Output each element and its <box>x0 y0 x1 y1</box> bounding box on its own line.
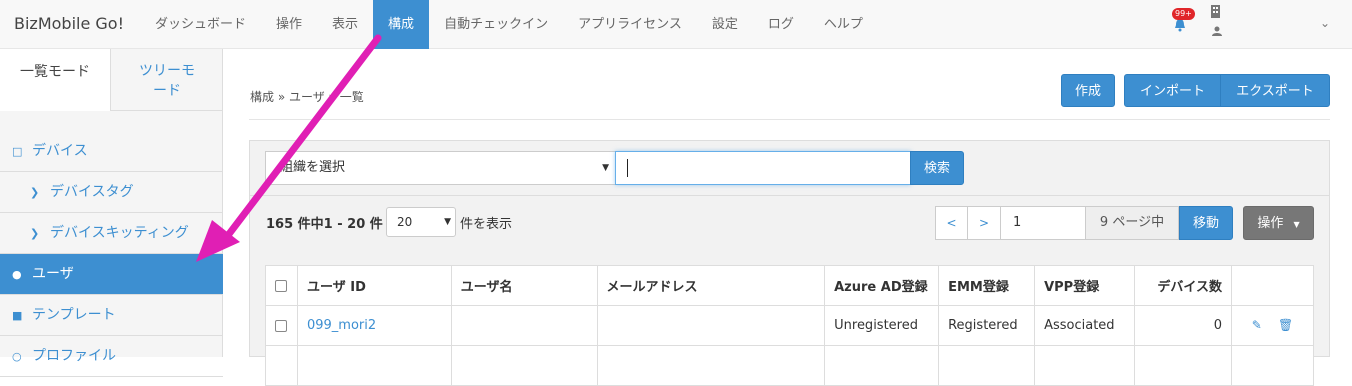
organization-select[interactable]: 組織を選択 ▼ <box>265 151 616 185</box>
sidebar: 一覧モード ツリーモ ード □ デバイス ❯ デバイスタグ ❯ デバイスキッティング ●… <box>0 49 223 377</box>
nav-settings[interactable]: 設定 <box>697 0 753 49</box>
nav-auto-checkin[interactable]: 自動チェックイン <box>429 0 563 49</box>
nav-dashboard[interactable]: ダッシュボード <box>140 0 261 49</box>
sidebar-menu: □ デバイス ❯ デバイスタグ ❯ デバイスキッティング ● ユーザ ■ テンプレート ○… <box>0 131 223 377</box>
sidebar-item-users[interactable]: ● ユーザ <box>0 254 223 295</box>
col-user-id[interactable]: ユーザ ID <box>296 265 452 306</box>
nav-view[interactable]: 表示 <box>317 0 373 49</box>
user-id-link[interactable]: 099_mori2 <box>307 318 376 333</box>
page-total-label: 9 ページ中 <box>1085 206 1179 240</box>
operations-label: 操作 <box>1257 216 1284 231</box>
search-input[interactable] <box>615 151 911 185</box>
chevron-right-icon: ❯ <box>30 227 40 240</box>
row-checkbox[interactable] <box>275 319 287 332</box>
cell-user-id: 099_mori2 <box>296 305 452 346</box>
per-page-label: 件を表示 <box>460 217 513 232</box>
col-user-name[interactable]: ユーザ名 <box>450 265 598 306</box>
circle-icon: ○ <box>12 350 22 363</box>
tab-tree-mode[interactable]: ツリーモ ード <box>111 49 223 111</box>
create-button[interactable]: 作成 <box>1061 74 1115 107</box>
sidebar-item-label: テンプレート <box>32 307 116 323</box>
table-row <box>265 345 1315 386</box>
top-navbar: BizMobile Go! ダッシュボード 操作 表示 構成 自動チェックイン … <box>0 0 1352 49</box>
bell-icon[interactable] <box>1174 18 1186 32</box>
nav-help[interactable]: ヘルプ <box>809 0 878 49</box>
users-table: ユーザ ID ユーザ名 メールアドレス Azure AD登録 EMM登録 VPP… <box>265 265 1315 386</box>
breadcrumb: 構成 » ユーザ » 一覧 <box>250 90 364 104</box>
chevron-down-icon: ▼ <box>444 217 451 227</box>
table-header-row: ユーザ ID ユーザ名 メールアドレス Azure AD登録 EMM登録 VPP… <box>265 265 1315 306</box>
sidebar-item-device-tags[interactable]: ❯ デバイスタグ <box>0 172 223 213</box>
move-button[interactable]: 移動 <box>1179 206 1233 240</box>
sidebar-item-label: デバイス <box>32 143 88 159</box>
nav-configuration[interactable]: 構成 <box>373 0 430 49</box>
cell-user-name <box>450 305 598 346</box>
cell-azure-ad: Unregistered <box>824 305 940 346</box>
organization-select-value: 組織を選択 <box>280 160 346 175</box>
user-icon[interactable] <box>1212 26 1222 36</box>
tab-list-mode[interactable]: 一覧モード <box>0 49 111 111</box>
table-row: 099_mori2 Unregistered Registered Associ… <box>265 305 1315 346</box>
search-button[interactable]: 検索 <box>910 151 964 185</box>
trash-icon[interactable]: 🗑 <box>1278 318 1293 332</box>
per-page-select[interactable]: 20 ▼ <box>386 207 456 237</box>
header-divider <box>249 119 1330 120</box>
search-input-field[interactable] <box>616 152 910 184</box>
nav-log[interactable]: ログ <box>753 0 809 49</box>
cell-vpp: Associated <box>1034 305 1136 346</box>
col-azure-ad[interactable]: Azure AD登録 <box>824 265 940 306</box>
next-page-button[interactable]: > <box>967 206 1001 240</box>
caret-down-icon: ▼ <box>602 163 609 173</box>
sidebar-item-label: ユーザ <box>32 266 74 282</box>
col-actions <box>1230 265 1315 306</box>
select-all-cell <box>265 265 298 306</box>
chevron-down-icon[interactable]: ⌄ <box>1320 16 1330 30</box>
cell-emm: Registered <box>938 305 1036 346</box>
import-button[interactable]: インポート <box>1124 74 1221 107</box>
sidebar-item-devices[interactable]: □ デバイス <box>0 131 223 172</box>
cell-actions: ✎ 🗑 <box>1230 305 1315 346</box>
main-nav: ダッシュボード 操作 表示 構成 自動チェックイン アプリライセンス 設定 ログ… <box>140 0 878 49</box>
col-emm[interactable]: EMM登録 <box>938 265 1036 306</box>
cell-email <box>596 305 826 346</box>
brand-logo[interactable]: BizMobile Go! <box>14 14 124 33</box>
edit-icon[interactable]: ✎ <box>1252 318 1262 332</box>
text-cursor <box>627 159 628 177</box>
result-count: 165 件中1 - 20 件 <box>266 217 383 232</box>
select-all-checkbox[interactable] <box>275 279 287 292</box>
sidebar-item-label: プロファイル <box>32 348 116 364</box>
page-number-input[interactable]: 1 <box>1000 206 1086 240</box>
col-device-count[interactable]: デバイス数 <box>1134 265 1232 306</box>
row-select-cell <box>265 305 298 346</box>
sidebar-item-label: デバイスキッティング <box>50 225 189 241</box>
filter-separator <box>250 195 1329 196</box>
nav-operations[interactable]: 操作 <box>261 0 317 49</box>
col-email[interactable]: メールアドレス <box>596 265 826 306</box>
chevron-right-icon: ❯ <box>30 186 40 199</box>
operations-dropdown-button[interactable]: 操作 ▼ <box>1243 206 1314 240</box>
notification-badge: 99+ <box>1172 8 1195 20</box>
per-page-value: 20 <box>397 215 413 229</box>
square-icon: □ <box>12 145 23 158</box>
caret-down-icon: ▼ <box>1293 220 1300 229</box>
nav-app-license[interactable]: アプリライセンス <box>563 0 697 49</box>
cell-device-count: 0 <box>1134 305 1232 346</box>
export-button[interactable]: エクスポート <box>1220 74 1330 107</box>
sidebar-item-templates[interactable]: ■ テンプレート <box>0 295 223 336</box>
sidebar-item-label: デバイスタグ <box>50 184 134 200</box>
col-vpp[interactable]: VPP登録 <box>1034 265 1136 306</box>
sidebar-item-device-kitting[interactable]: ❯ デバイスキッティング <box>0 213 223 254</box>
prev-page-button[interactable]: < <box>935 206 968 240</box>
sidebar-tabs: 一覧モード ツリーモ ード <box>0 49 223 111</box>
building-icon[interactable] <box>1211 5 1220 18</box>
file-icon: ■ <box>12 309 23 322</box>
user-icon: ● <box>12 268 22 281</box>
